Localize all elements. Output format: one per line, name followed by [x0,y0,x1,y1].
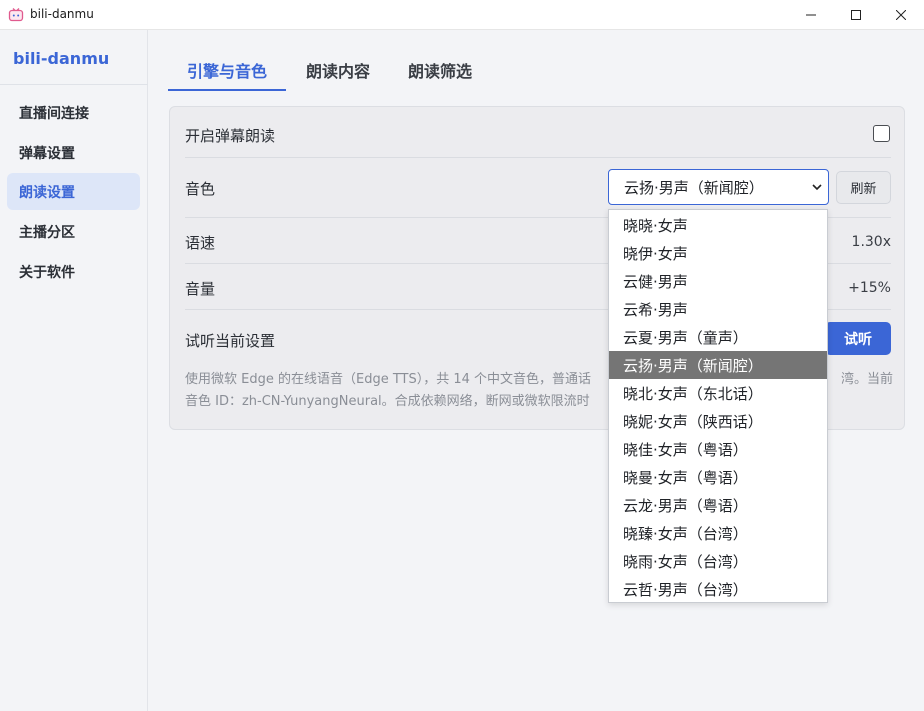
voice-option[interactable]: 晓妮·女声（陕西话） [609,407,827,435]
voice-option[interactable]: 云夏·男声（童声） [609,323,827,351]
tab-reading-filter[interactable]: 朗读筛选 [393,50,487,90]
voice-option[interactable]: 晓雨·女声（台湾） [609,547,827,575]
volume-label: 音量 [185,280,216,298]
title-bar: bili-danmu [0,0,924,30]
sidebar-divider [0,84,148,85]
sidebar-item-reading-settings[interactable]: 朗读设置 [7,173,140,210]
voice-option[interactable]: 晓伊·女声 [609,239,827,267]
enable-reading-label: 开启弹幕朗读 [185,127,276,145]
voice-option[interactable]: 云龙·男声（粤语） [609,491,827,519]
voice-select[interactable]: 云扬·男声（新闻腔） [608,169,829,205]
chevron-down-icon [812,184,822,191]
preview-button[interactable]: 试听 [825,322,891,355]
voice-option[interactable]: 晓佳·女声（粤语） [609,435,827,463]
brand-title: bili-danmu [13,49,110,68]
preview-label: 试听当前设置 [185,332,276,350]
voice-option-selected[interactable]: 云扬·男声（新闻腔） [609,351,827,379]
bilibili-tv-icon [8,8,24,22]
divider [185,157,891,158]
voice-option[interactable]: 晓臻·女声（台湾） [609,519,827,547]
sidebar-item-streamer-category[interactable]: 主播分区 [7,213,140,250]
hint-line-1-tail: 湾。当前 [841,372,894,387]
voice-option[interactable]: 晓北·女声（东北话） [609,379,827,407]
tab-reading-content[interactable]: 朗读内容 [291,50,385,90]
voice-dropdown-list: 晓晓·女声 晓伊·女声 云健·男声 云希·男声 云夏·男声（童声） 云扬·男声（… [608,209,828,603]
sidebar-item-danmu-settings[interactable]: 弹幕设置 [7,134,140,171]
close-icon [896,10,906,20]
refresh-button[interactable]: 刷新 [836,171,891,204]
sidebar-item-room-connection[interactable]: 直播间连接 [7,94,140,131]
voice-label: 音色 [185,180,216,198]
voice-option[interactable]: 云健·男声 [609,267,827,295]
enable-reading-checkbox[interactable] [873,125,890,142]
maximize-button[interactable] [833,0,879,30]
speed-label: 语速 [185,234,216,252]
sidebar: bili-danmu 直播间连接 弹幕设置 朗读设置 主播分区 关于软件 [0,30,148,711]
voice-option[interactable]: 晓晓·女声 [609,211,827,239]
active-tab-indicator [168,89,286,91]
voice-option[interactable]: 云希·男声 [609,295,827,323]
close-button[interactable] [878,0,924,30]
voice-option[interactable]: 云哲·男声（台湾） [609,575,827,603]
hint-line-1: 使用微软 Edge 的在线语音（Edge TTS），共 14 个中文音色，普通话 [185,372,592,387]
window-title: bili-danmu [30,7,94,21]
minimize-button[interactable] [788,0,834,30]
maximize-icon [851,10,861,20]
tab-engine-voice[interactable]: 引擎与音色 [168,50,286,90]
sidebar-item-about[interactable]: 关于软件 [7,253,140,290]
voice-option[interactable]: 晓曼·女声（粤语） [609,463,827,491]
minimize-icon [806,14,816,16]
voice-select-value: 云扬·男声（新闻腔） [624,178,764,197]
